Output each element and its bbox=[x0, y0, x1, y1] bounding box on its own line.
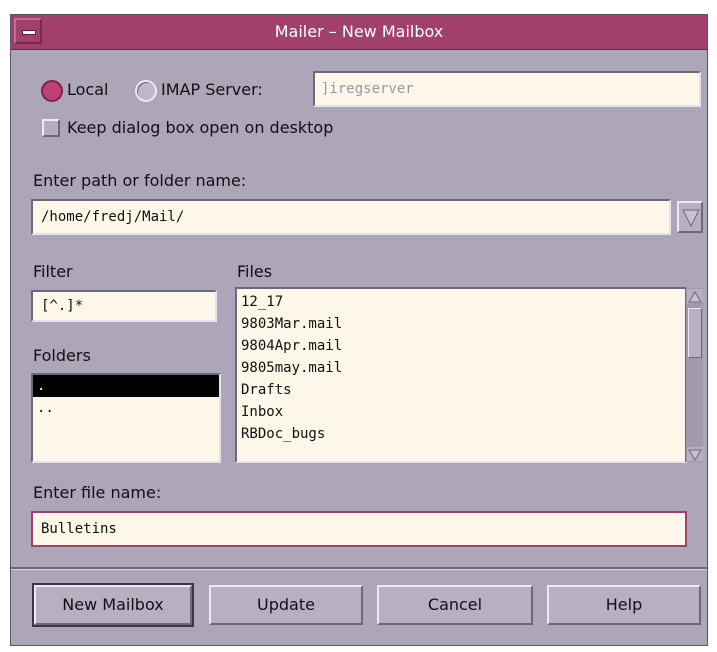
files-scrollbar[interactable] bbox=[685, 288, 703, 462]
dropdown-triangle-icon[interactable] bbox=[677, 201, 703, 233]
cancel-button[interactable]: Cancel bbox=[377, 585, 533, 625]
file-item[interactable]: 12_17 bbox=[241, 291, 681, 313]
update-button[interactable]: Update bbox=[209, 585, 363, 625]
path-input[interactable]: /home/fredj/Mail/ bbox=[31, 199, 671, 235]
file-item[interactable]: 9805may.mail bbox=[241, 357, 681, 379]
imap-server-input[interactable]: ]iregserver bbox=[313, 71, 701, 107]
filename-label: Enter file name: bbox=[33, 483, 162, 502]
path-label: Enter path or folder name: bbox=[33, 171, 247, 190]
imap-server-label[interactable]: IMAP Server: bbox=[161, 80, 263, 99]
local-radio-label[interactable]: Local bbox=[67, 80, 108, 99]
keep-open-checkbox[interactable] bbox=[42, 119, 60, 137]
window-menu-icon[interactable] bbox=[14, 18, 42, 44]
scroll-up-arrow-icon[interactable] bbox=[687, 289, 703, 303]
local-radio[interactable] bbox=[41, 80, 63, 102]
new-mailbox-dialog: Mailer – New Mailbox Local IMAP Server: … bbox=[10, 14, 708, 646]
file-item[interactable]: Drafts bbox=[241, 379, 681, 401]
folder-item[interactable]: . bbox=[33, 375, 219, 397]
folder-item[interactable]: .. bbox=[33, 397, 219, 419]
window-title: Mailer – New Mailbox bbox=[274, 22, 444, 41]
folders-list[interactable]: . .. bbox=[31, 373, 221, 463]
files-list[interactable]: 12_17 9803Mar.mail 9804Apr.mail 9805may.… bbox=[235, 287, 687, 463]
file-item[interactable]: 9804Apr.mail bbox=[241, 335, 681, 357]
file-item[interactable]: Inbox bbox=[241, 401, 681, 423]
help-button[interactable]: Help bbox=[547, 585, 701, 625]
scrollbar-thumb[interactable] bbox=[688, 308, 702, 358]
filter-input[interactable]: [^.]* bbox=[31, 290, 217, 322]
file-item[interactable]: RBDoc_bugs bbox=[241, 423, 681, 445]
divider bbox=[11, 567, 707, 570]
filename-input[interactable]: Bulletins bbox=[31, 511, 687, 547]
title-bar[interactable]: Mailer – New Mailbox bbox=[11, 15, 707, 50]
keep-open-label[interactable]: Keep dialog box open on desktop bbox=[67, 118, 333, 137]
new-mailbox-button[interactable]: New Mailbox bbox=[32, 583, 194, 627]
scroll-down-arrow-icon[interactable] bbox=[687, 447, 703, 461]
files-label: Files bbox=[237, 262, 273, 281]
folders-label: Folders bbox=[33, 346, 91, 365]
filter-label: Filter bbox=[33, 262, 73, 281]
file-item[interactable]: 9803Mar.mail bbox=[241, 313, 681, 335]
imap-server-radio[interactable] bbox=[135, 80, 157, 102]
